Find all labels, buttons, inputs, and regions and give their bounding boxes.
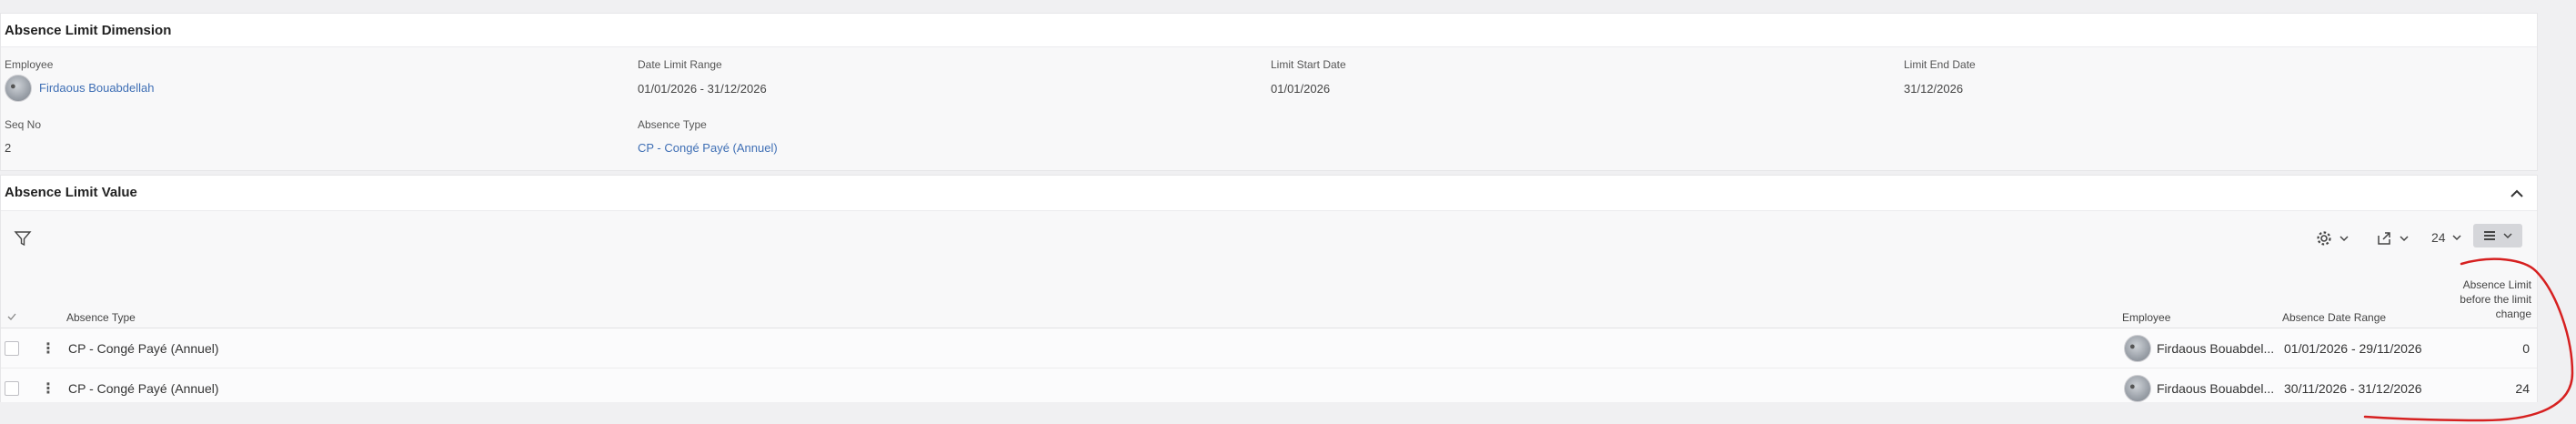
grid-header: Absence Type Employee Absence Date Range…	[1, 274, 2537, 328]
dimension-body: Employee ● Firdaous Bouabdellah Date Lim…	[1, 46, 2537, 170]
gear-icon	[2317, 231, 2331, 246]
person-icon: ●	[2129, 381, 2136, 392]
row-date-range: 01/01/2026 - 29/11/2026	[2284, 341, 2422, 356]
chevron-down-icon	[2340, 236, 2349, 242]
col-header-absence-type[interactable]: Absence Type	[66, 311, 136, 324]
limit-start-value: 01/01/2026	[1271, 82, 1331, 96]
settings-button[interactable]	[2315, 229, 2350, 247]
row-menu-icon[interactable]: ⋮	[41, 379, 55, 398]
limit-end-value: 31/12/2026	[1904, 82, 1964, 96]
row-employee-link[interactable]: Firdaous Bouabdel...	[2157, 341, 2274, 356]
row-date-range: 30/11/2026 - 31/12/2026	[2284, 381, 2422, 396]
person-icon: ●	[10, 81, 16, 92]
col-header-before-change-line3: change	[2495, 308, 2531, 320]
date-range-value: 01/01/2026 - 31/12/2026	[638, 82, 767, 96]
seq-no-value: 2	[5, 141, 12, 155]
chevron-down-icon	[2400, 236, 2409, 242]
row-before-change: 0	[2522, 341, 2530, 356]
col-header-date-range[interactable]: Absence Date Range	[2282, 311, 2386, 324]
view-mode-button[interactable]	[2473, 224, 2522, 247]
bottom-strip	[0, 402, 2576, 424]
date-range-label: Date Limit Range	[638, 58, 722, 71]
row-employee-avatar: ●	[2124, 335, 2151, 362]
row-absence-type-link[interactable]: CP - Congé Payé (Annuel)	[68, 381, 219, 396]
absence-limit-dimension-card: Absence Limit Dimension Employee ● Firda…	[0, 13, 2538, 171]
limit-end-label: Limit End Date	[1904, 58, 1976, 71]
export-button[interactable]	[2375, 229, 2410, 247]
row-employee-avatar: ●	[2124, 375, 2151, 402]
dimension-title: Absence Limit Dimension	[5, 23, 172, 38]
row-checkbox[interactable]	[5, 341, 19, 356]
col-header-before-change-line2: before the limit	[2460, 293, 2531, 306]
row-employee-link[interactable]: Firdaous Bouabdel...	[2157, 381, 2274, 396]
row-menu-icon[interactable]: ⋮	[41, 339, 55, 358]
absence-type-label: Absence Type	[638, 118, 707, 131]
col-header-before-change-line1: Absence Limit	[2462, 278, 2531, 291]
employee-label: Employee	[5, 58, 54, 71]
list-view-icon	[2484, 231, 2495, 240]
absence-limit-value-card: Absence Limit Value 24 Absence Type Empl…	[0, 175, 2538, 409]
limit-start-label: Limit Start Date	[1271, 58, 1346, 71]
employee-avatar: ●	[5, 75, 32, 102]
filter-button[interactable]	[14, 229, 32, 252]
absence-type-link[interactable]: CP - Congé Payé (Annuel)	[638, 141, 778, 155]
row-before-change: 24	[2515, 381, 2530, 396]
employee-link[interactable]: Firdaous Bouabdellah	[39, 81, 154, 95]
collapse-button[interactable]	[2506, 183, 2528, 205]
select-all-checkbox[interactable]	[6, 310, 17, 327]
filter-icon	[14, 231, 32, 247]
table-row[interactable]: ⋮ CP - Congé Payé (Annuel) ● Firdaous Bo…	[1, 328, 2537, 368]
row-checkbox[interactable]	[5, 381, 19, 396]
row-absence-type-link[interactable]: CP - Congé Payé (Annuel)	[68, 341, 219, 356]
person-icon: ●	[2129, 341, 2136, 352]
col-header-before-change[interactable]: Absence Limit before the limit change	[2448, 278, 2531, 321]
page-size-select[interactable]: 24	[2431, 230, 2462, 245]
export-icon	[2378, 232, 2390, 245]
chevron-down-icon	[2452, 235, 2461, 241]
chevron-up-icon	[2511, 189, 2523, 197]
page-size-value: 24	[2431, 230, 2446, 245]
check-icon	[7, 313, 16, 320]
seq-no-label: Seq No	[5, 118, 42, 131]
values-title: Absence Limit Value	[5, 185, 137, 200]
col-header-employee[interactable]: Employee	[2122, 311, 2170, 324]
chevron-down-icon	[2503, 233, 2512, 239]
grid-toolbar: 24	[1, 210, 2537, 274]
top-strip	[0, 0, 2538, 11]
